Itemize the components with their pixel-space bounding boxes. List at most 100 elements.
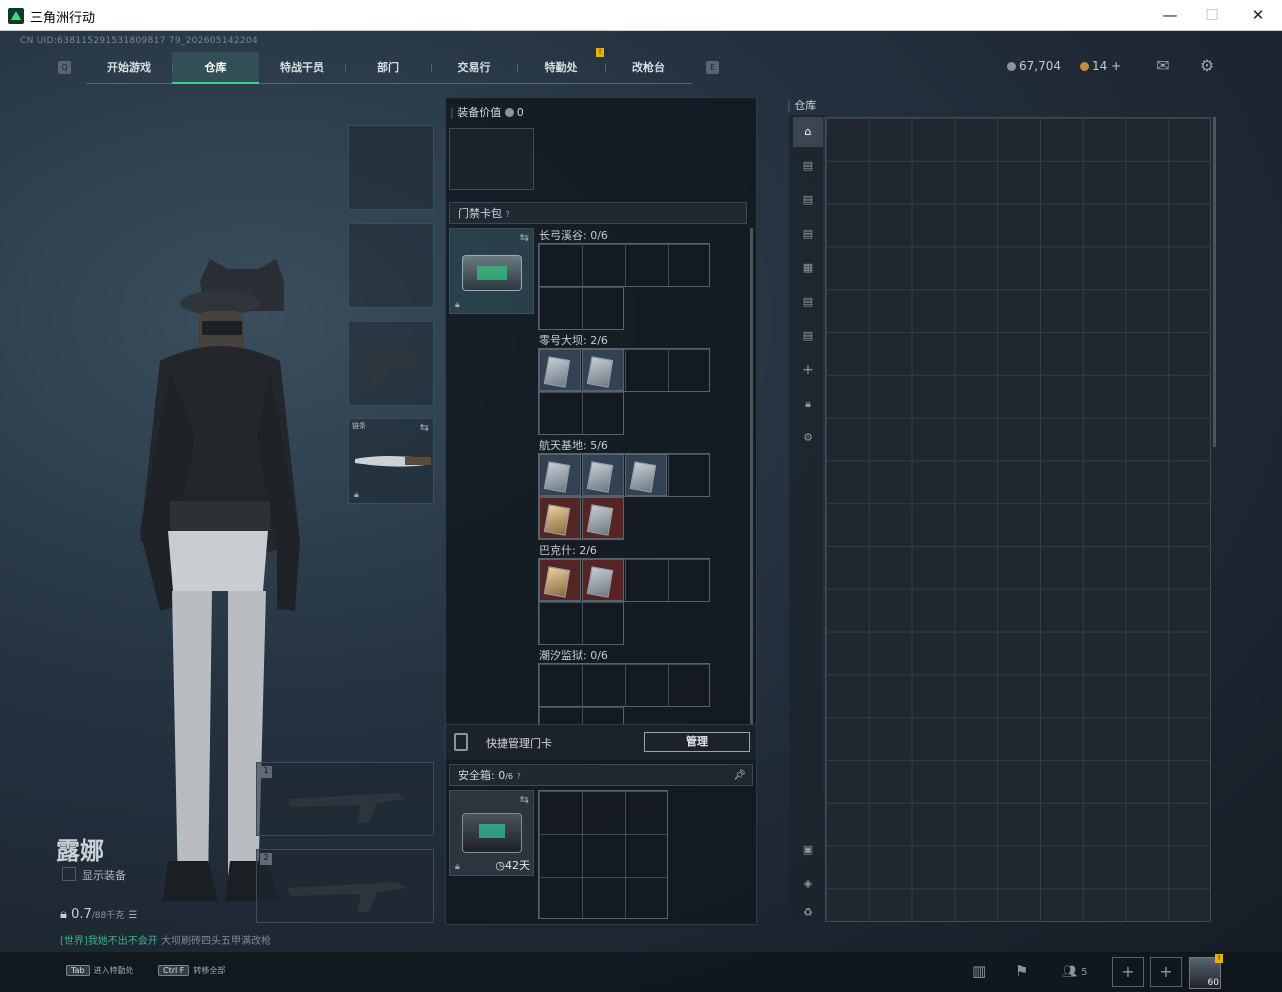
primary-weapon-slot[interactable]: 1 — [256, 762, 434, 836]
weight-lock-icon: 🔒︎ — [60, 907, 72, 922]
keycard-pack-item[interactable]: ⇆ 🔒︎ — [449, 228, 534, 314]
keycard-grid-changgong-bottom[interactable] — [538, 286, 624, 330]
game-viewport: CN UID:638115291531809817 79_20260514220… — [0, 31, 1282, 992]
keycard-grid-prison-bottom[interactable] — [538, 706, 624, 726]
keycard-item[interactable] — [539, 349, 581, 391]
recycle-icon[interactable]: ♻ — [793, 903, 823, 923]
keycard-manage-icon — [454, 733, 468, 751]
hint-transfer-all[interactable]: Ctrl F 转移全部 — [158, 965, 225, 976]
swap-icon[interactable]: ⇆ — [520, 793, 529, 806]
keycard-grid-prison-top[interactable] — [538, 663, 710, 707]
sort-icon[interactable]: ▣ — [793, 835, 823, 865]
safebox-item[interactable]: ⇆ 🔒︎ ◷42天 — [449, 790, 534, 876]
warehouse-tab-6[interactable]: ▤ — [793, 321, 823, 351]
minimize-button[interactable]: — — [1155, 4, 1185, 26]
list-icon[interactable]: ☰ — [128, 910, 137, 921]
warehouse-tab-3[interactable]: ▤ — [793, 219, 823, 249]
window-title: 三角洲行动 — [30, 11, 96, 26]
notification-badge: ! — [596, 48, 604, 57]
show-equipment-checkbox[interactable] — [62, 867, 76, 881]
safebox-days: ◷42天 — [495, 859, 530, 872]
keycard-item[interactable] — [539, 559, 581, 601]
lock-icon: 🔒︎ — [354, 490, 359, 500]
tab-start-game[interactable]: 开始游戏 — [86, 52, 172, 84]
player-avatar[interactable]: 60 ! — [1189, 954, 1223, 989]
tab-market[interactable]: 交易行 — [431, 52, 517, 84]
tab-department[interactable]: 部门 — [345, 52, 431, 84]
world-chat-line[interactable]: [世界]我她不出不会开 大坝刷砖四头五甲满改枪 — [60, 932, 271, 947]
swap-icon[interactable]: ⇆ — [420, 421, 429, 434]
map-label-prison: 潮汐监狱: 0/6 — [539, 649, 608, 662]
hafcoin-icon — [504, 108, 514, 117]
help-icon[interactable]: ? — [506, 210, 510, 219]
hint-enter-special-ops[interactable]: Tab 进入特勤处 — [66, 965, 134, 976]
pin-icon[interactable]: 📌︎ — [733, 765, 746, 787]
layers-icon[interactable]: ◈ — [793, 869, 823, 899]
hafcoin-balance: 67,704 — [1007, 59, 1061, 73]
body-armor-slot[interactable] — [348, 223, 434, 308]
warehouse-tab-1[interactable]: ▤ — [793, 151, 823, 181]
coupon-balance[interactable]: 14 + — [1080, 59, 1121, 73]
keycard-case-icon — [462, 255, 522, 291]
mail-icon[interactable]: ✉ — [1153, 56, 1173, 76]
stats-icon[interactable]: ▥ — [972, 962, 986, 980]
swap-icon[interactable]: ⇆ — [520, 231, 529, 244]
keycard-pack-header: 门禁卡包 ? — [449, 202, 747, 224]
keycard-item[interactable] — [539, 497, 581, 539]
nav-key-left[interactable]: Q — [58, 61, 71, 74]
melee-slot-label: 链条 — [352, 422, 366, 430]
keycard-grid-brakkesh-bottom[interactable] — [538, 601, 624, 645]
warehouse-tab-2[interactable]: ▤ — [793, 185, 823, 215]
lock-icon: 🔒︎ — [455, 862, 460, 872]
warehouse-tab-5[interactable]: ▤ — [793, 287, 823, 317]
keycard-item[interactable] — [582, 454, 624, 496]
backpack-slot[interactable] — [449, 128, 534, 190]
helmet-slot[interactable] — [348, 125, 434, 210]
tab-special-ops[interactable]: 特勤处 — [517, 52, 605, 84]
invite-slot-1[interactable]: + — [1112, 957, 1144, 987]
keycard-grid-dam-bottom[interactable] — [538, 391, 624, 435]
safebox-case-icon — [462, 813, 522, 853]
tab-gunsmith[interactable]: 改枪台 — [605, 52, 692, 84]
show-equipment-label: 显示装备 — [82, 869, 126, 882]
keycard-grid-changgong-top[interactable] — [538, 243, 710, 287]
safebox-grid[interactable] — [538, 790, 668, 919]
keycard-scrollbar[interactable] — [750, 228, 753, 724]
warehouse-tab-4[interactable]: ▦ — [793, 253, 823, 283]
nav-key-right[interactable]: E — [706, 61, 719, 74]
settings-gear-icon[interactable]: ⚙ — [1197, 56, 1217, 76]
pistol-icon — [361, 352, 419, 386]
rifle-icon — [287, 882, 407, 912]
tab-operators[interactable]: 特战干员 — [259, 52, 345, 84]
secondary-weapon-slot[interactable]: 2 — [256, 849, 434, 923]
flag-icon[interactable]: ⚑ — [1015, 962, 1028, 980]
coupon-icon — [1080, 62, 1089, 71]
melee-slot[interactable]: 链条 ⇆ 🔒︎ — [348, 418, 434, 504]
help-icon[interactable]: ? — [517, 772, 521, 781]
loadout-panel: | 装备价值 0 门禁卡包 ? ⇆ 🔒︎ 长弓溪谷: 0/6 零号大坝: 2/6… — [445, 97, 757, 925]
manage-keycards-button[interactable]: 管理 — [644, 732, 750, 752]
window-titlebar: 三角洲行动 — ☐ ✕ — [0, 0, 1282, 31]
maximize-button[interactable]: ☐ — [1197, 4, 1227, 26]
operator-name: 露娜 — [56, 837, 104, 865]
close-button[interactable]: ✕ — [1243, 4, 1273, 26]
warehouse-settings-icon[interactable]: ⚙ — [793, 423, 823, 453]
keycard-item[interactable] — [582, 497, 624, 539]
app-logo-icon — [8, 8, 24, 24]
keycard-item[interactable] — [539, 454, 581, 496]
weapon-slot-number: 2 — [260, 853, 272, 865]
safebox-header: 安全箱: 0/6 ? 📌︎ — [449, 764, 753, 786]
tab-warehouse[interactable]: 仓库 — [172, 52, 259, 84]
keycard-item[interactable] — [582, 349, 624, 391]
squad-icon[interactable]: 👥︎ 5 — [1062, 964, 1087, 978]
keycard-item[interactable] — [582, 559, 624, 601]
pistol-slot[interactable] — [348, 321, 434, 406]
keycard-item[interactable] — [625, 454, 667, 496]
add-tab-icon[interactable]: + — [793, 355, 823, 385]
lock-icon[interactable]: 🔒︎ — [793, 389, 823, 419]
warehouse-tab-main[interactable]: ⌂ — [793, 117, 823, 147]
map-label-dam: 零号大坝: 2/6 — [539, 334, 608, 347]
warehouse-scrollbar[interactable] — [1213, 117, 1216, 447]
invite-slot-2[interactable]: + — [1150, 957, 1182, 987]
warehouse-grid[interactable] — [825, 117, 1211, 922]
